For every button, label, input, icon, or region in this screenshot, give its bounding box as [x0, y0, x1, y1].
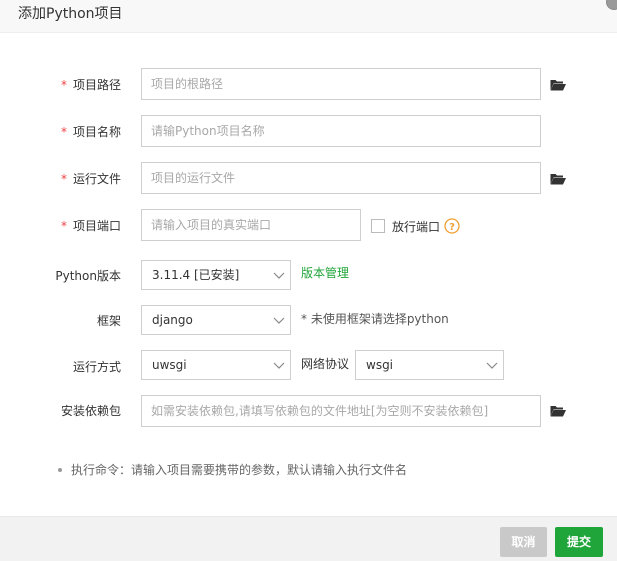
framework-select[interactable]: django [141, 305, 291, 335]
framework-label: 框架 [96, 314, 121, 328]
network-protocol-label: 网络协议 [301, 357, 350, 371]
help-tip: 执行命令：请输入项目需要携带的参数，默认请输入执行文件名 [58, 462, 407, 478]
dialog-header: 添加Python项目 [0, 0, 617, 33]
folder-open-icon[interactable] [550, 79, 566, 91]
dialog-footer: 取消 提交 [0, 516, 617, 561]
svg-text:?: ? [449, 222, 455, 233]
chevron-down-icon [273, 272, 285, 279]
chevron-down-icon [486, 362, 498, 369]
run-mode-value: uwsgi [152, 358, 187, 372]
run-mode-select[interactable]: uwsgi [141, 350, 291, 380]
cancel-button[interactable]: 取消 [500, 527, 547, 557]
network-protocol-value: wsgi [366, 358, 394, 372]
run-mode-label: 运行方式 [72, 360, 121, 374]
python-version-value: 3.11.4 [已安装] [152, 268, 240, 282]
dialog-title: 添加Python项目 [18, 6, 123, 22]
project-name-input[interactable] [141, 115, 541, 147]
open-port-label: 放行端口 [392, 220, 441, 234]
network-protocol-select[interactable]: wsgi [355, 350, 504, 380]
submit-button[interactable]: 提交 [555, 527, 603, 557]
python-version-select[interactable]: 3.11.4 [已安装] [141, 260, 291, 290]
open-port-checkbox[interactable] [371, 219, 385, 233]
project-path-input[interactable] [141, 68, 541, 100]
dependencies-input[interactable] [141, 395, 541, 427]
framework-value: django [152, 313, 193, 327]
bullet-icon [58, 467, 62, 472]
project-port-label: * 项目端口 [60, 219, 121, 233]
version-manage-link[interactable]: 版本管理 [301, 265, 349, 281]
python-version-label: Python版本 [55, 269, 121, 283]
question-circle-icon[interactable]: ? [444, 218, 460, 234]
help-tip-text: 执行命令：请输入项目需要携带的参数，默认请输入执行文件名 [71, 463, 408, 477]
chevron-down-icon [273, 317, 285, 324]
project-path-label: * 项目路径 [60, 78, 121, 92]
folder-open-icon[interactable] [550, 173, 566, 185]
run-file-input[interactable] [141, 162, 541, 194]
run-file-label: * 运行文件 [60, 172, 121, 186]
project-name-label: * 项目名称 [60, 125, 121, 139]
dependencies-label: 安装依赖包 [60, 404, 121, 418]
chevron-down-icon [273, 362, 285, 369]
project-port-input[interactable] [141, 209, 361, 241]
framework-hint: * 未使用框架请选择python [301, 312, 449, 326]
folder-open-icon[interactable] [550, 405, 566, 417]
